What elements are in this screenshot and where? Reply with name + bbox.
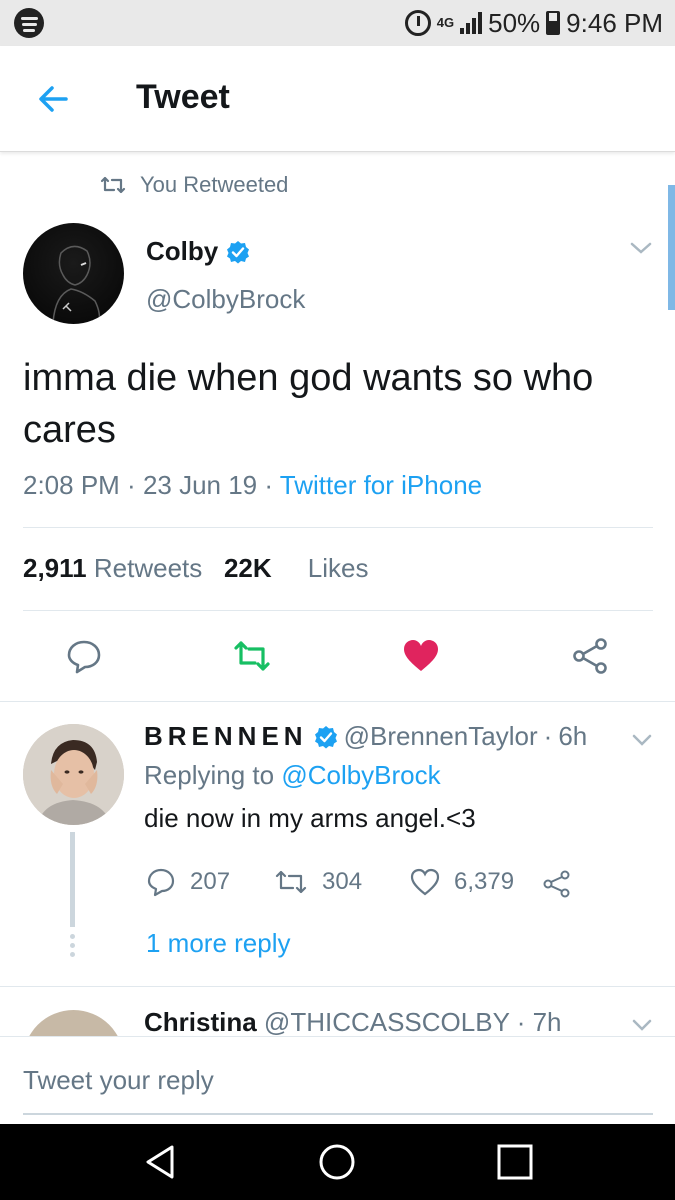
scroll-indicator[interactable] xyxy=(668,185,675,310)
divider xyxy=(23,527,653,528)
avatar[interactable] xyxy=(23,223,124,324)
retweet-context-label: You Retweeted xyxy=(140,172,289,197)
retweet-context: You Retweeted xyxy=(100,172,288,198)
tweet-time: 2:08 PM xyxy=(23,470,120,500)
reply-composer: Tweet your reply xyxy=(0,1036,675,1124)
top-app-bar: Tweet xyxy=(0,46,675,152)
back-arrow-icon[interactable] xyxy=(34,79,74,119)
reply-icon xyxy=(147,868,175,897)
author-name[interactable]: Colby xyxy=(146,236,250,267)
clock: 9:46 PM xyxy=(566,7,663,38)
replying-to-label: Replying to xyxy=(144,760,275,790)
author-handle[interactable]: @ColbyBrock xyxy=(146,284,305,315)
avatar[interactable] xyxy=(23,724,124,825)
like-icon xyxy=(410,868,440,896)
retweet-icon xyxy=(275,870,307,894)
divider xyxy=(23,610,653,611)
next-reply-header: Christina @THICCASSCOLBY · 7h xyxy=(144,1007,562,1036)
retweet-icon[interactable] xyxy=(233,637,271,675)
retweet-count: 304 xyxy=(322,868,363,895)
next-reply-author-name[interactable]: Christina xyxy=(144,1007,257,1036)
retweets-count[interactable]: 2,911 xyxy=(23,553,87,583)
tweet-text: imma die when god wants so who cares xyxy=(23,357,594,451)
avatar[interactable] xyxy=(23,1010,124,1036)
thread-continuation-dots xyxy=(70,934,75,961)
back-icon[interactable] xyxy=(140,1142,180,1182)
status-bar: 4G 50% 9:46 PM xyxy=(0,0,675,46)
reply-count: 207 xyxy=(190,868,231,895)
reply-like-action[interactable]: 6,379 xyxy=(410,867,514,897)
more-replies-link[interactable]: 1 more reply xyxy=(146,928,291,959)
verified-badge-icon xyxy=(227,240,250,263)
reply-header: BRENNEN @BrennenTaylor · 6h xyxy=(144,721,588,752)
author-name-text: Colby xyxy=(146,236,219,266)
signal-icon xyxy=(460,12,483,34)
page-title: Tweet xyxy=(136,78,230,116)
verified-badge-icon xyxy=(314,725,337,748)
next-reply: Christina @THICCASSCOLBY · 7h xyxy=(0,986,675,1036)
recent-apps-icon[interactable] xyxy=(495,1142,535,1182)
reply-text: die now in my arms angel.<3 xyxy=(144,803,476,833)
alarm-icon xyxy=(404,10,431,36)
likes-count[interactable]: 22K xyxy=(224,553,272,583)
reply-author-name[interactable]: BRENNEN xyxy=(144,721,308,752)
reply-retweet-action[interactable]: 304 xyxy=(274,867,362,897)
reply-input-underline xyxy=(23,1113,653,1115)
home-icon[interactable] xyxy=(317,1142,357,1182)
chevron-down-icon[interactable] xyxy=(629,240,653,256)
spotify-icon xyxy=(14,8,44,38)
battery-icon xyxy=(546,11,561,35)
next-reply-author-handle[interactable]: @THICCASSCOLBY xyxy=(264,1007,510,1036)
replying-to: Replying to @ColbyBrock xyxy=(144,760,441,791)
system-navigation-bar xyxy=(0,1124,675,1200)
share-icon[interactable] xyxy=(571,637,609,675)
tweet-date: 23 Jun 19 xyxy=(142,470,258,500)
chevron-down-icon[interactable] xyxy=(631,1018,653,1032)
reply-input[interactable]: Tweet your reply xyxy=(23,1065,214,1096)
retweets-label[interactable]: Retweets xyxy=(94,553,202,583)
like-count: 6,379 xyxy=(454,868,515,895)
reply-author-handle[interactable]: @BrennenTaylor xyxy=(344,721,538,752)
network-type: 4G xyxy=(436,15,455,30)
like-icon[interactable] xyxy=(402,637,440,675)
retweet-icon xyxy=(100,176,126,194)
thread-line xyxy=(70,832,75,927)
tweet-actions xyxy=(0,637,675,677)
tweet-source-link[interactable]: Twitter for iPhone xyxy=(280,470,482,500)
tweet-metadata: 2:08 PM · 23 Jun 19 · Twitter for iPhone xyxy=(23,470,483,500)
divider xyxy=(0,701,675,702)
reply-age: 6h xyxy=(558,721,588,751)
tweet-stats: 2,911 Retweets 22K Likes xyxy=(23,553,368,584)
chevron-down-icon[interactable] xyxy=(631,733,653,747)
battery-percent: 50% xyxy=(488,7,541,38)
reply-icon[interactable] xyxy=(65,637,103,675)
next-reply-age: 7h xyxy=(532,1007,562,1036)
replying-to-handle[interactable]: @ColbyBrock xyxy=(281,760,440,790)
share-icon[interactable] xyxy=(542,869,572,899)
likes-label[interactable]: Likes xyxy=(308,553,369,583)
reply-reply-action[interactable]: 207 xyxy=(146,867,230,897)
